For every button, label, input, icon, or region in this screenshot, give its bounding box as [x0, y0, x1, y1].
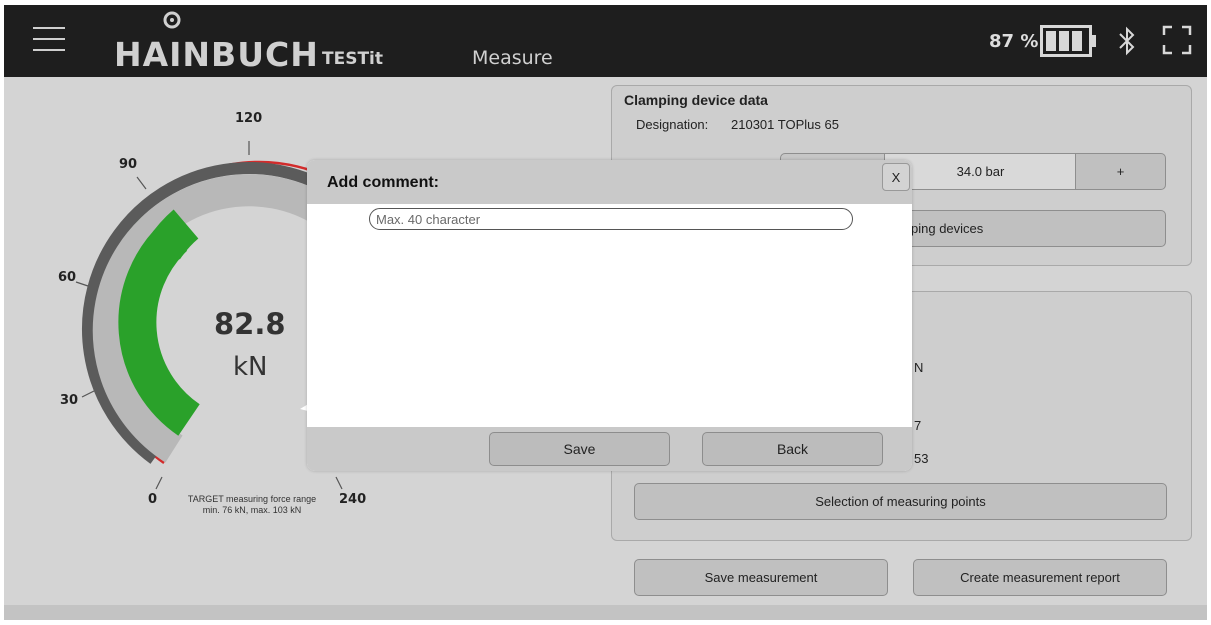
dialog-header: Add comment: X — [307, 160, 912, 204]
gauge-tick-0: 0 — [148, 492, 158, 507]
measurement-value-partial-7: 7 — [914, 418, 922, 433]
menu-icon[interactable] — [33, 27, 65, 55]
measurement-value-partial-n: N — [914, 360, 924, 375]
target-note-line-1: TARGET measuring force range — [187, 494, 317, 504]
gauge-tick-90: 90 — [119, 157, 138, 172]
bottom-strip — [4, 605, 1207, 620]
fullscreen-icon[interactable] — [1162, 25, 1192, 55]
brand-logo: HAINBUCH — [114, 35, 319, 74]
save-button[interactable]: Save — [489, 432, 670, 466]
target-range-note: TARGET measuring force range min. 76 kN,… — [172, 494, 332, 516]
top-bar: HAINBUCH TESTit Measure 87 % — [4, 5, 1207, 77]
pressure-value-field[interactable]: 34.0 bar — [884, 153, 1077, 190]
designation-value: 210301 TOPlus 65 — [731, 117, 839, 132]
page-title: Measure — [472, 47, 553, 69]
pressure-plus-button[interactable]: + — [1075, 153, 1166, 190]
battery-icon — [1040, 25, 1096, 57]
dialog-footer: Save Back — [307, 427, 912, 471]
measuring-points-button[interactable]: Selection of measuring points — [634, 483, 1167, 520]
gauge-tick-240: 240 — [339, 492, 367, 507]
gauge-tick-60: 60 — [58, 270, 77, 285]
gauge-value: 82.8 — [214, 307, 286, 341]
gauge-tick-30: 30 — [60, 393, 79, 408]
gauge-tick-120: 120 — [235, 111, 263, 126]
target-note-line-2: min. 76 kN, max. 103 kN — [202, 505, 302, 515]
create-report-button[interactable]: Create measurement report — [913, 559, 1167, 596]
app-name: TESTit — [322, 49, 384, 69]
back-button[interactable]: Back — [702, 432, 883, 466]
dialog-title: Add comment: — [327, 174, 439, 191]
designation-label: Designation: — [636, 117, 709, 132]
measurement-value-partial-53: 53 — [914, 451, 929, 466]
clamping-panel-title: Clamping device data — [624, 92, 768, 108]
battery-percent: 87 % — [989, 31, 1039, 52]
save-measurement-button[interactable]: Save measurement — [634, 559, 888, 596]
add-comment-dialog: Add comment: X Save Back — [307, 160, 912, 471]
gauge-unit: kN — [233, 352, 268, 382]
brand-logo-icon — [163, 11, 181, 29]
comment-input[interactable] — [369, 208, 853, 230]
close-button[interactable]: X — [882, 163, 910, 191]
bluetooth-icon[interactable] — [1116, 25, 1138, 57]
